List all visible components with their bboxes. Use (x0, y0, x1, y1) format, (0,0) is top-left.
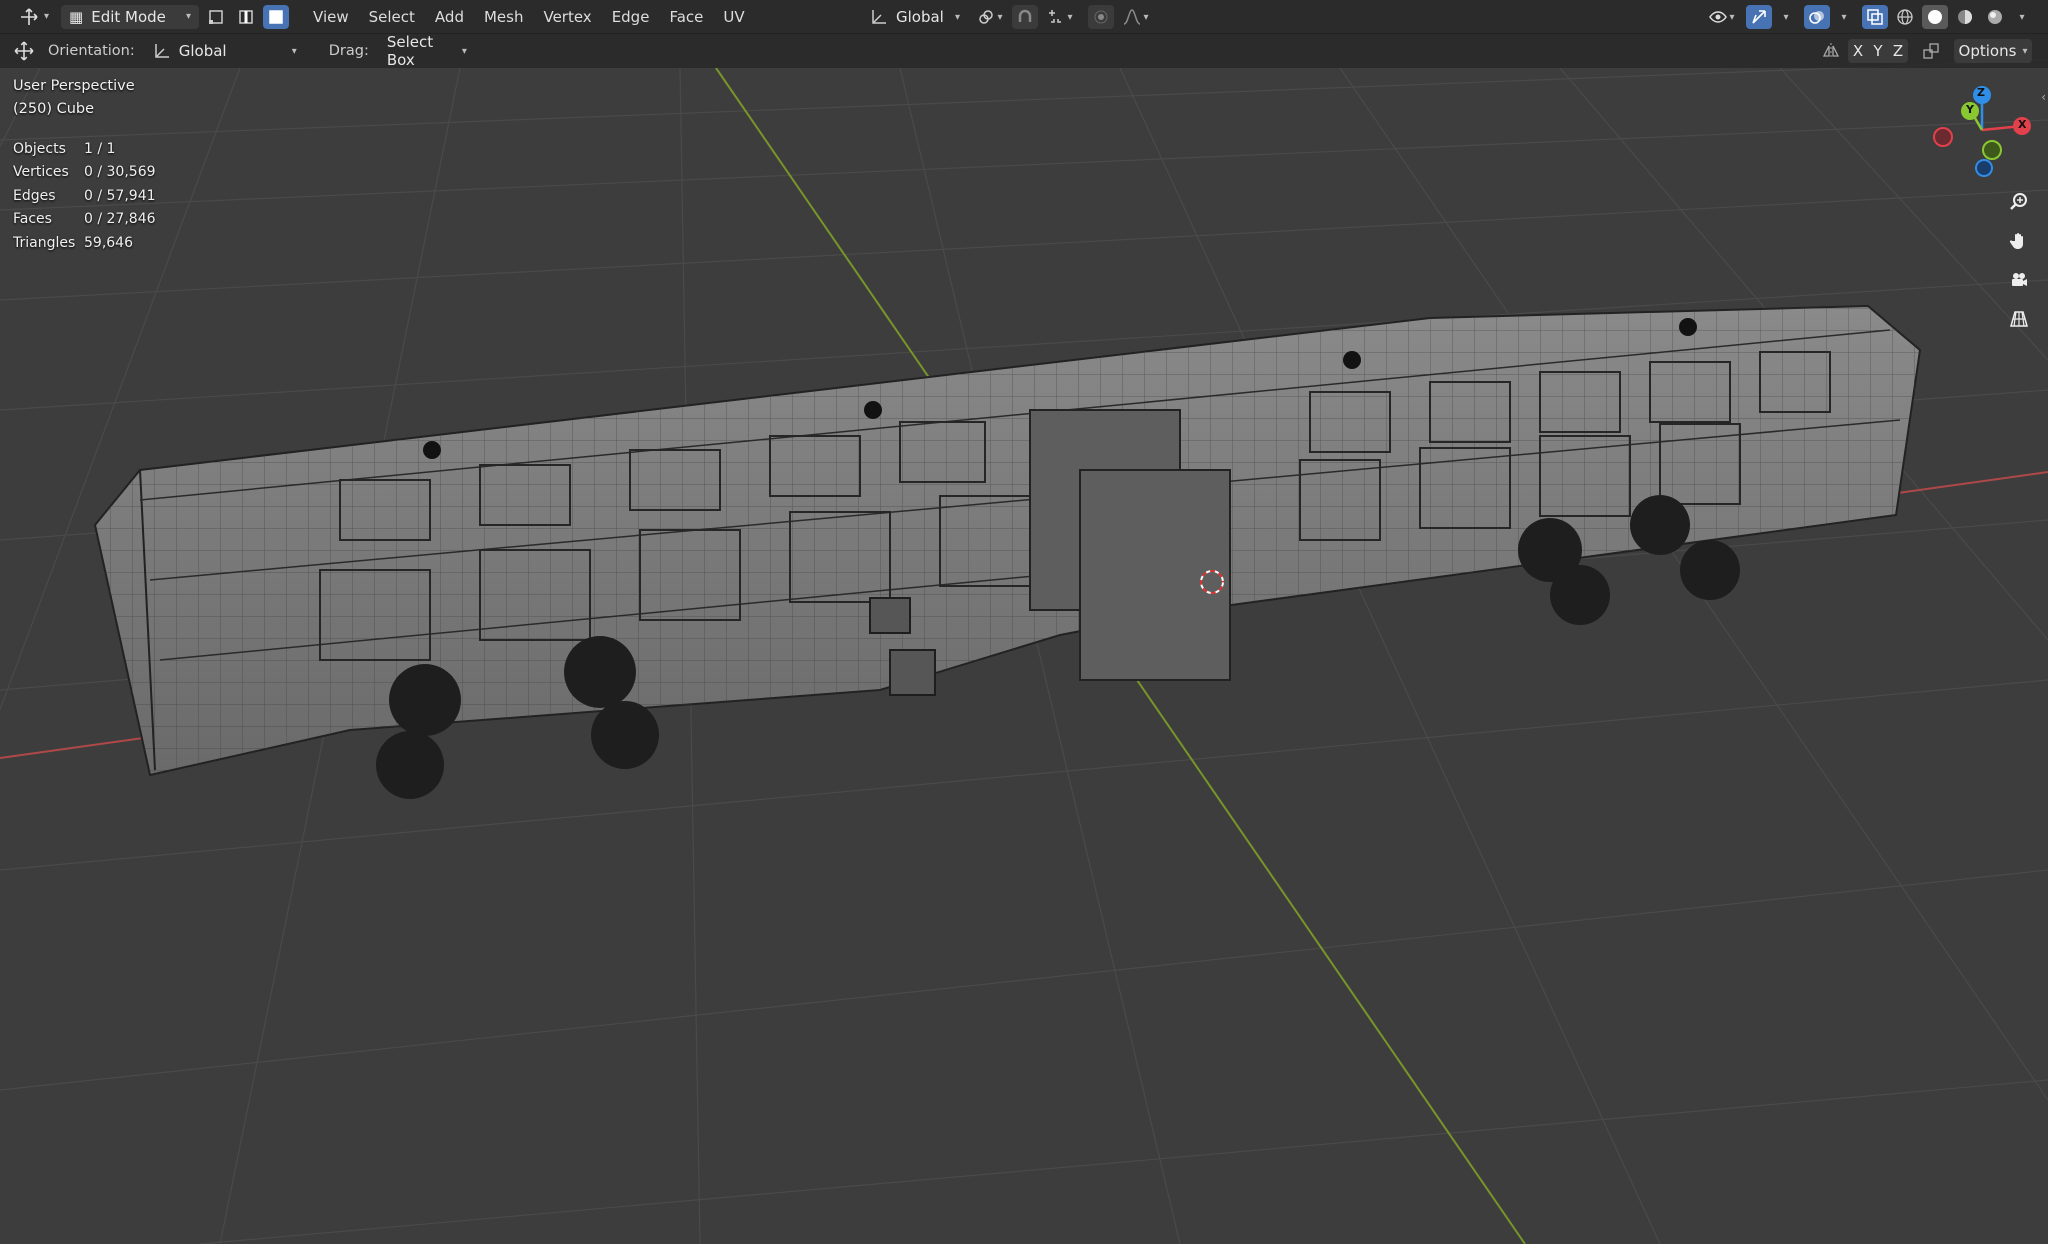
stat-row-faces: Faces 0 / 27,846 (13, 208, 156, 232)
orientation-icon (872, 10, 886, 24)
edge-select-icon[interactable] (233, 5, 259, 29)
menu-mesh[interactable]: Mesh (474, 5, 534, 29)
gizmo-y-label: Y (1966, 103, 1974, 116)
stat-row-objects: Objects 1 / 1 (13, 137, 156, 161)
orientation-dropdown[interactable]: Global ▾ (145, 39, 305, 63)
stat-value: 59,646 (84, 234, 133, 251)
stat-label: Faces (13, 211, 52, 228)
drag-value: Select Box (386, 33, 434, 69)
stat-value: 0 / 30,569 (84, 164, 156, 181)
menu-view[interactable]: View (303, 5, 359, 29)
menu-vertex[interactable]: Vertex (533, 5, 601, 29)
vertex-select-icon[interactable] (203, 5, 229, 29)
grid-perspective-icon[interactable] (2003, 303, 2035, 335)
solid-shading-icon[interactable] (1922, 5, 1948, 29)
viewport-canvas[interactable] (0, 0, 2048, 1244)
gizmo-neg-z-axis (1975, 159, 1993, 177)
gizmo-dropdown[interactable]: ▾ (1776, 5, 1796, 29)
zoom-icon[interactable] (2003, 186, 2035, 218)
menu-add[interactable]: Add (425, 5, 474, 29)
rendered-shading-icon[interactable] (1982, 5, 2008, 29)
view-name: User Perspective (13, 78, 135, 94)
object-info: (250) Cube (13, 101, 95, 117)
stat-value: 0 / 57,941 (84, 187, 156, 204)
overlay-icon[interactable] (1804, 5, 1830, 29)
visibility-icon[interactable]: ▾ (1702, 5, 1742, 29)
orientation-value: Global (178, 42, 227, 60)
orientation-label: Orientation: (48, 43, 135, 59)
stat-label: Vertices (13, 164, 69, 181)
material-shading-icon[interactable] (1952, 5, 1978, 29)
pivot-icon[interactable]: ▾ (972, 5, 1008, 29)
sidebar-toggle-icon[interactable]: ‹ (2041, 90, 2046, 104)
statistics-overlay: Objects 1 / 1 Vertices 0 / 30,569 Edges 0 /… (13, 137, 156, 255)
menu-uv[interactable]: UV (713, 5, 754, 29)
stat-label: Objects (13, 140, 66, 157)
stat-label: Edges (13, 187, 56, 204)
stat-row-vertices: Vertices 0 / 30,569 (13, 161, 156, 185)
mode-label: Edit Mode (91, 7, 166, 26)
tool-settings-header: Orientation: Global ▾ Drag: Select Box ▾… (0, 33, 2048, 69)
proportional-icon[interactable] (1088, 5, 1114, 29)
transform-orientation-value: Global (896, 8, 944, 26)
shading-dropdown[interactable]: ▾ (2012, 5, 2032, 29)
falloff-icon[interactable]: ▾ (1118, 5, 1154, 29)
move-tool-icon[interactable] (14, 41, 34, 61)
drag-label: Drag: (328, 43, 369, 59)
overlay-dropdown[interactable]: ▾ (1834, 5, 1854, 29)
gizmo-z-label: Z (1977, 86, 1985, 99)
stat-row-triangles: Triangles 59,646 (13, 231, 156, 255)
face-select-icon[interactable] (263, 4, 290, 29)
mirror-y-toggle[interactable]: Y (1868, 39, 1888, 63)
transform-orientation-dropdown[interactable]: Global ▾ (862, 5, 968, 29)
snap-icon[interactable] (1012, 5, 1038, 29)
menu-face[interactable]: Face (659, 5, 713, 29)
wireframe-shading-icon[interactable] (1892, 5, 1918, 29)
menu-edge[interactable]: Edge (602, 5, 660, 29)
stat-value: 1 / 1 (84, 140, 116, 157)
viewport-header: ▾ ▦ Edit Mode ▾ View Select Add Mesh Ver… (0, 0, 2048, 34)
edit-mode-icon: ▦ (69, 7, 84, 26)
gizmo-icon[interactable] (1746, 5, 1772, 29)
mode-dropdown[interactable]: ▦ Edit Mode ▾ (61, 4, 200, 29)
auto-merge-icon[interactable] (1918, 39, 1944, 63)
navigation-gizmo[interactable]: Z X Y (1924, 80, 2044, 180)
3d-viewport[interactable] (0, 0, 2048, 1244)
train-car-mesh (93, 304, 1922, 799)
orientation-axes-icon (155, 44, 169, 58)
hand-pan-icon[interactable] (2003, 225, 2035, 257)
menu-select[interactable]: Select (359, 5, 425, 29)
transform-icon (21, 7, 38, 25)
editor-type-button[interactable]: ▾ (12, 5, 57, 29)
gizmo-x-label: X (2018, 118, 2027, 131)
camera-icon[interactable] (2003, 264, 2035, 296)
drag-dropdown[interactable]: Select Box ▾ (379, 33, 475, 69)
options-label: Options (1958, 42, 2017, 60)
options-dropdown[interactable]: Options ▾ (1954, 39, 2032, 63)
stat-value: 0 / 27,846 (84, 211, 156, 228)
mirror-z-toggle[interactable]: Z (1888, 39, 1908, 63)
gizmo-neg-x-axis (1933, 127, 1953, 147)
stat-label: Triangles (13, 234, 76, 251)
mirror-icon[interactable] (1818, 39, 1844, 63)
xray-icon[interactable] (1862, 5, 1888, 29)
mirror-x-toggle[interactable]: X (1848, 39, 1868, 63)
snap-target-icon[interactable]: ▾ (1042, 5, 1078, 29)
stat-row-edges: Edges 0 / 57,941 (13, 184, 156, 208)
gizmo-neg-y-axis (1982, 140, 2002, 160)
